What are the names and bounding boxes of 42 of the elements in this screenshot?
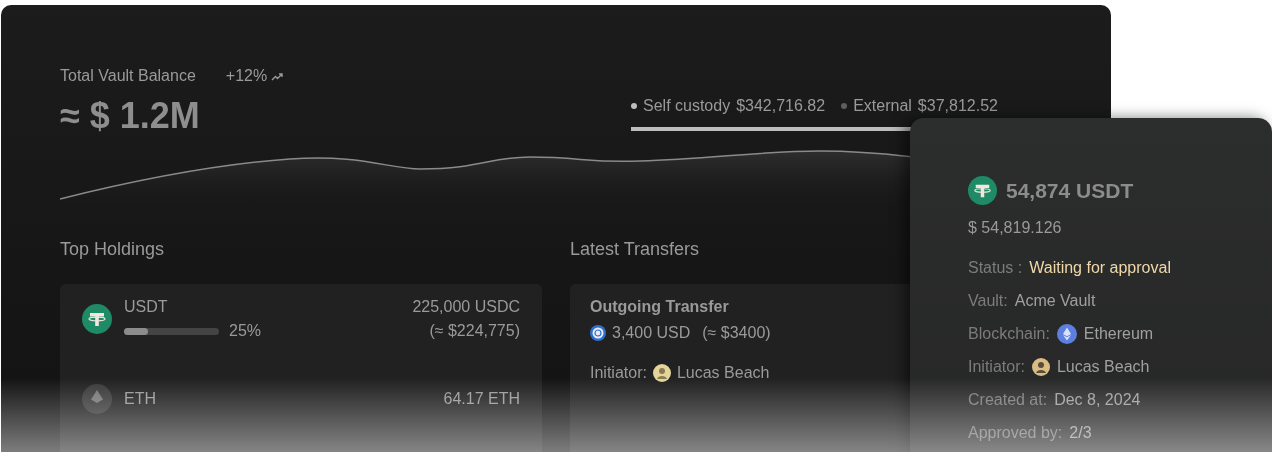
- trend-up-icon: [271, 71, 284, 81]
- legend-value: $342,716.82: [736, 97, 826, 115]
- field-value: Waiting for approval: [1029, 258, 1171, 277]
- legend-label: External: [853, 97, 912, 115]
- legend-value: $37,812.52: [917, 97, 998, 115]
- transfer-type: Outgoing Transfer: [590, 298, 729, 316]
- field-value: Acme Vault: [1014, 291, 1096, 310]
- section-title: Latest Transfers: [570, 239, 701, 260]
- avatar-icon: [1031, 357, 1050, 376]
- tether-coin-icon: [968, 176, 997, 205]
- legend-label: Self custody: [643, 97, 731, 115]
- initiator-name: Lucas Beach: [676, 364, 770, 382]
- usdc-coin-icon: [590, 325, 606, 341]
- field-label: Status :: [968, 258, 1023, 277]
- field-label: Blockchain:: [968, 324, 1050, 343]
- asset-name: USDT: [124, 298, 169, 316]
- avatar-icon: [652, 364, 671, 382]
- field-value: Lucas Beach: [1056, 357, 1150, 376]
- field-value: 2/3: [1069, 423, 1092, 442]
- field-value: Ethereum: [1083, 324, 1154, 343]
- transfer-amount: 3,400 USD: [612, 324, 691, 342]
- share-percent: 25%: [229, 322, 262, 340]
- field-label: Approved by:: [968, 423, 1063, 442]
- balance-change: +12%: [225, 67, 268, 85]
- balance-label: Total Vault Balance: [60, 67, 196, 85]
- ether-coin-icon: [82, 384, 112, 414]
- asset-amount: 225,000 USDC: [412, 298, 520, 316]
- asset-amount: 64.17 ETH: [443, 390, 520, 408]
- detail-usd-value: $ 54,819.126: [968, 219, 1063, 237]
- initiator-label: Initiator:: [590, 364, 647, 382]
- detail-amount: 54,874 USDT: [1006, 178, 1134, 203]
- field-label: Created at:: [968, 390, 1048, 409]
- field-label: Initiator:: [968, 357, 1025, 376]
- section-title: Top Holdings: [60, 239, 166, 260]
- balance-amount: ≈ $ 1.2M: [60, 95, 201, 137]
- tether-coin-icon: [82, 304, 112, 334]
- field-value: Dec 8, 2024: [1054, 390, 1141, 409]
- field-label: Vault:: [968, 291, 1008, 310]
- transfer-usd-value: (≈ $3400): [702, 324, 771, 342]
- ether-coin-icon: [1056, 323, 1077, 344]
- asset-usd-value: (≈ $224,775): [429, 322, 520, 340]
- asset-name: ETH: [124, 390, 157, 408]
